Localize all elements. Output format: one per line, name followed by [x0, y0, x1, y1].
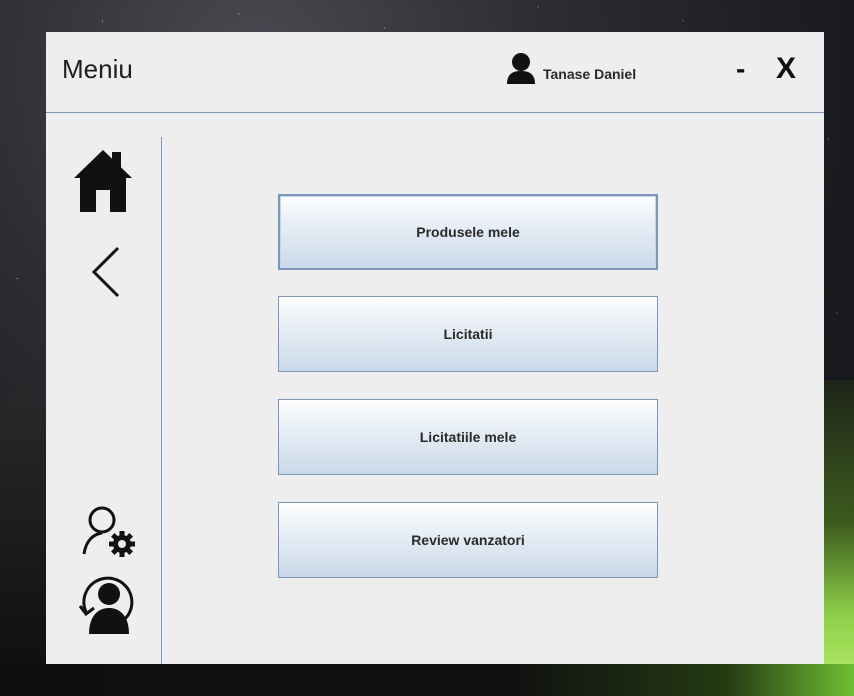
licitatiile-mele-button[interactable]: Licitatiile mele — [278, 399, 658, 475]
user-icon — [507, 53, 535, 84]
background-ground — [824, 380, 854, 696]
menu-window: Meniu Tanase Daniel - X Produsele mele L… — [46, 32, 824, 664]
produsele-mele-button[interactable]: Produsele mele — [278, 194, 658, 270]
user-settings-icon[interactable] — [78, 502, 144, 562]
background-mountain — [0, 380, 46, 696]
window-title: Meniu — [62, 54, 133, 84]
close-button[interactable]: X — [776, 52, 796, 86]
sidebar-divider — [161, 137, 162, 664]
review-vanzatori-button[interactable]: Review vanzatori — [278, 502, 658, 578]
minimize-button[interactable]: - — [736, 52, 745, 86]
user-name: Tanase Daniel — [543, 66, 637, 82]
switch-user-icon[interactable] — [76, 568, 138, 638]
window-header: Meniu Tanase Daniel - X — [46, 32, 824, 113]
licitatii-button[interactable]: Licitatii — [278, 296, 658, 372]
home-icon[interactable] — [74, 148, 132, 212]
back-arrow-icon[interactable] — [90, 244, 122, 300]
background-ground-bottom — [0, 664, 854, 696]
